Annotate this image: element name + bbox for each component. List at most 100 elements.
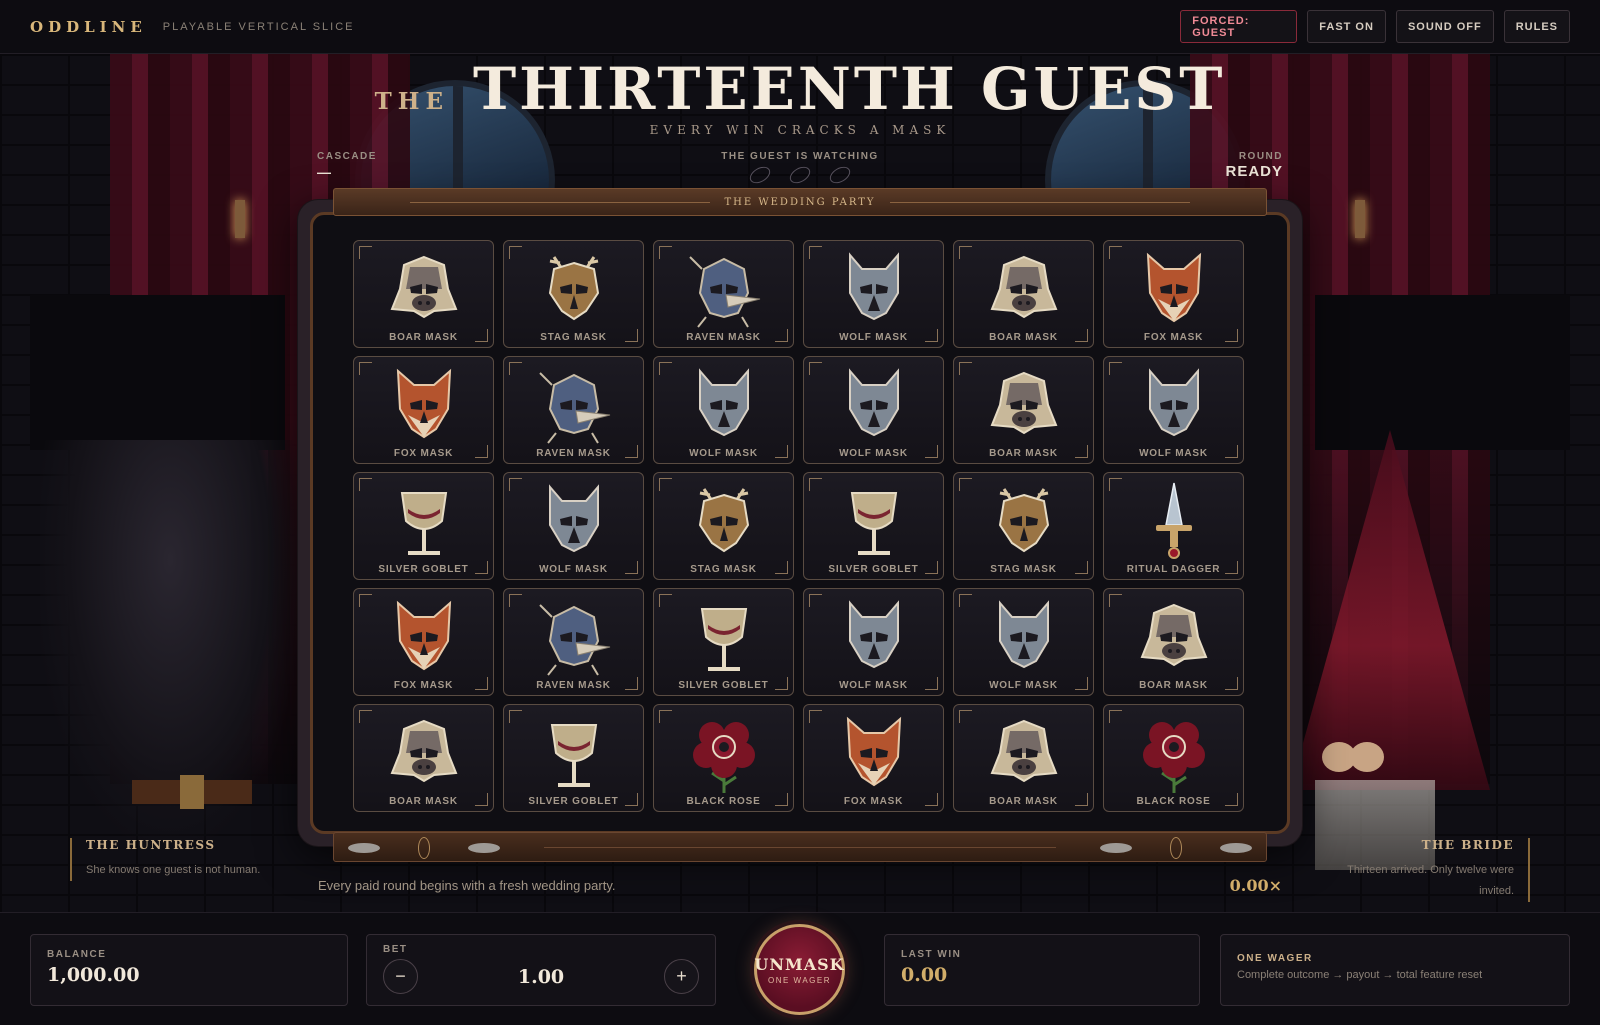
candle-icon (235, 200, 245, 238)
bride-description: Thirteen arrived. Only twelve were invit… (1347, 864, 1514, 897)
sound-toggle[interactable]: SOUND OFF (1395, 10, 1494, 43)
rules-button[interactable]: RULES (1503, 10, 1570, 43)
grid-cell: FOX MASK (353, 356, 494, 464)
rose-icon (1142, 722, 1205, 793)
symbol-label: FOX MASK (393, 680, 454, 691)
grid-cell: FOX MASK (803, 704, 944, 812)
grid-cell: SILVER GOBLET (353, 472, 494, 580)
title-main: THIRTEENTH GUEST (473, 55, 1226, 123)
symbol-label: SILVER GOBLET (378, 564, 469, 575)
cascade-value: — (317, 164, 331, 180)
forced-outcome-button[interactable]: FORCED: GUEST (1180, 10, 1298, 43)
balance-panel: BALANCE 1,000.00 (30, 934, 348, 1006)
fox-icon (846, 716, 901, 787)
unmask-spin-button[interactable]: UNMASK ONE WAGER (754, 924, 845, 1015)
symbol-label: BOAR MASK (389, 332, 458, 343)
huntress-description: She knows one guest is not human. (86, 864, 261, 876)
symbol-label: RAVEN MASK (686, 332, 761, 343)
raven-icon (538, 604, 610, 676)
stag-icon (998, 488, 1049, 553)
candle-icon (1355, 200, 1365, 238)
wolf-icon (998, 600, 1049, 669)
wager-description: Complete outcome → payout → total featur… (1237, 969, 1483, 981)
grid-cell: WOLF MASK (503, 472, 644, 580)
boar-icon (990, 371, 1057, 435)
bet-increase-button[interactable]: + (664, 959, 699, 994)
wolf-icon (848, 368, 899, 437)
symbol-label: BOAR MASK (989, 448, 1058, 459)
symbol-label: SILVER GOBLET (528, 796, 619, 807)
goblet-icon (850, 492, 897, 555)
grid-cell: BOAR MASK (953, 704, 1094, 812)
grid-cell: BOAR MASK (953, 240, 1094, 348)
grid-cell: SILVER GOBLET (503, 704, 644, 812)
game-title: THE THIRTEENTH GUEST EVERY WIN CRACKS A … (0, 55, 1600, 137)
rose-icon (692, 722, 755, 793)
board-header-title: THE WEDDING PARTY (724, 196, 876, 208)
grid-cell: WOLF MASK (803, 240, 944, 348)
stag-icon (548, 256, 599, 321)
huntress-caption: THE HUNTRESS She knows one guest is not … (70, 838, 290, 881)
fast-mode-toggle[interactable]: FAST ON (1307, 10, 1386, 43)
footer-ornament-icon (418, 837, 430, 859)
bride-name: THE BRIDE (1421, 838, 1514, 852)
board-footer (333, 832, 1267, 862)
round-label: ROUND (1238, 151, 1283, 162)
symbol-label: WOLF MASK (1139, 448, 1208, 459)
wager-title: ONE WAGER (1237, 953, 1313, 964)
boar-icon (990, 719, 1057, 783)
grid-cell: STAG MASK (953, 472, 1094, 580)
symbol-label: SILVER GOBLET (678, 680, 769, 691)
boar-icon (390, 719, 457, 783)
grid-cell: BOAR MASK (353, 240, 494, 348)
symbol-label: WOLF MASK (539, 564, 608, 575)
header-rule (889, 201, 1190, 203)
top-actions: FORCED: GUEST FAST ON SOUND OFF RULES (1180, 10, 1570, 43)
symbol-label: WOLF MASK (839, 448, 908, 459)
bet-stepper: − 1.00 + (383, 959, 699, 994)
wager-info-panel: ONE WAGER Complete outcome → payout → to… (1220, 934, 1570, 1006)
dagger-icon (1155, 482, 1192, 559)
header-rule (410, 201, 711, 203)
fox-icon (396, 600, 451, 671)
goblet-icon (700, 608, 747, 671)
symbol-label: RAVEN MASK (536, 680, 611, 691)
huntress-figure (40, 440, 300, 840)
grid-cell: WOLF MASK (803, 588, 944, 696)
bet-value: 1.00 (517, 965, 565, 988)
last-win-label: LAST WIN (901, 949, 962, 960)
symbol-label: BOAR MASK (389, 796, 458, 807)
grid-cell: STAG MASK (653, 472, 794, 580)
symbol-label: WOLF MASK (689, 448, 758, 459)
grid-cell: FOX MASK (1103, 240, 1244, 348)
grid-cell: RAVEN MASK (653, 240, 794, 348)
grid-cell: RAVEN MASK (503, 588, 644, 696)
huntress-name: THE HUNTRESS (86, 838, 216, 852)
last-win-value: 0.00 (901, 964, 948, 986)
cascade-label: CASCADE (317, 151, 377, 162)
symbol-label: SILVER GOBLET (828, 564, 919, 575)
wolf-icon (1148, 368, 1199, 437)
symbol-label: STAG MASK (990, 564, 1057, 575)
footer-ornament-icon (1100, 843, 1132, 853)
footer-rail (544, 847, 1056, 848)
grid-cell: WOLF MASK (803, 356, 944, 464)
fox-icon (1146, 252, 1201, 323)
grid-cell: FOX MASK (353, 588, 494, 696)
grid-cell: BLACK ROSE (1103, 704, 1244, 812)
win-multiplier: 0.00× (1229, 876, 1282, 895)
symbol-label: WOLF MASK (839, 680, 908, 691)
status-message: Every paid round begins with a fresh wed… (318, 878, 616, 893)
grid-cell: WOLF MASK (953, 588, 1094, 696)
symbol-label: FOX MASK (843, 796, 904, 807)
grid-cell: SILVER GOBLET (653, 588, 794, 696)
symbol-label: BOAR MASK (1139, 680, 1208, 691)
boar-icon (990, 255, 1057, 319)
bride-figure (1270, 430, 1500, 870)
symbol-label: FOX MASK (393, 448, 454, 459)
bouquet-flower-icon (1350, 742, 1384, 772)
boar-icon (1140, 603, 1207, 667)
bet-decrease-button[interactable]: − (383, 959, 418, 994)
raven-icon (688, 256, 760, 328)
footer-ornament-icon (468, 843, 500, 853)
